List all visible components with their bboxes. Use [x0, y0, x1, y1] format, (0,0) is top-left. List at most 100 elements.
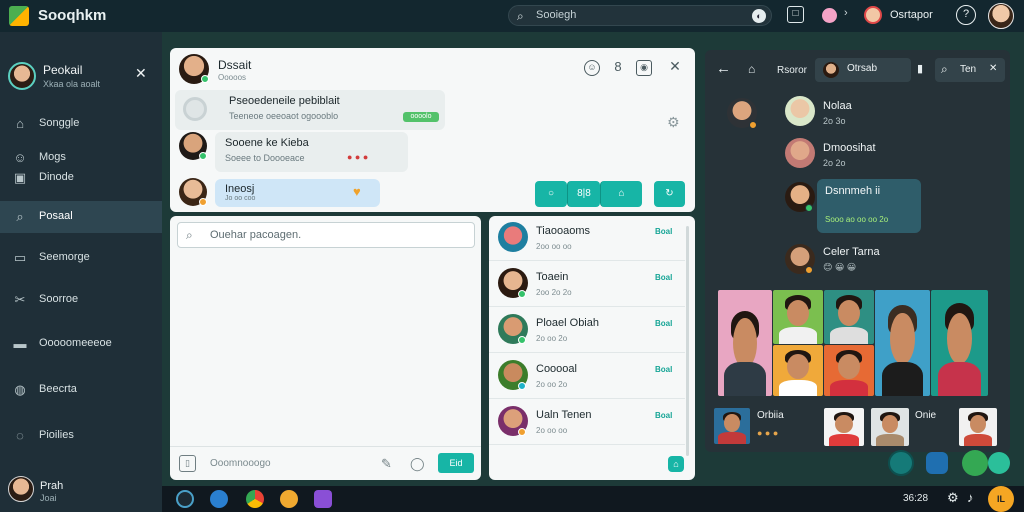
search-icon: ⌕	[941, 62, 948, 76]
avatar[interactable]	[785, 96, 815, 126]
photo-body	[830, 379, 868, 396]
panel-search[interactable]: ⌕ Ten ✕	[935, 58, 1005, 82]
online-badge	[518, 382, 526, 390]
settings-icon[interactable]: ⚙	[667, 114, 680, 131]
footer-user-subtitle: Joai	[40, 493, 57, 503]
help-icon[interactable]: ?	[956, 5, 976, 25]
photo-thumb[interactable]	[959, 408, 997, 446]
right-message-status: 2o 2o	[823, 158, 846, 168]
user-avatar-small[interactable]	[864, 6, 882, 24]
tab-a[interactable]: Rsoror	[777, 60, 807, 82]
calendar-fab[interactable]	[926, 452, 948, 474]
message-text: Teeneoe oeeoaot ogoooblo	[229, 111, 339, 121]
share-fab[interactable]	[888, 450, 914, 476]
list-item[interactable]: Ualn Tenen 2o oo oo Boal	[489, 400, 685, 445]
photo-face	[787, 299, 809, 326]
video-icon[interactable]: ◉	[636, 60, 652, 76]
photo-thumb[interactable]	[714, 408, 750, 444]
photo-face	[881, 414, 899, 434]
scrollbar[interactable]	[686, 226, 689, 456]
app-icon-d[interactable]	[314, 490, 332, 508]
message-input[interactable]: Ooomnooogo	[210, 458, 271, 469]
tab-label: Otrsab	[847, 63, 878, 74]
link-icon[interactable]: 8	[610, 60, 626, 76]
sidebar-item-media[interactable]: ▣ Dinode	[0, 162, 162, 194]
app-icon-a[interactable]	[176, 490, 194, 508]
app-icon-b[interactable]	[210, 490, 228, 508]
sidebar-item-pins[interactable]: ◌ Pioilies	[0, 420, 162, 452]
photo-thumb[interactable]	[871, 408, 909, 446]
action-button-b[interactable]: 8|8	[567, 181, 600, 207]
bookmark-icon[interactable]: ▮	[917, 62, 923, 75]
comment-icon[interactable]: ◯	[410, 456, 425, 472]
bell-icon[interactable]: ♪	[967, 490, 974, 505]
list-item[interactable]: Tiaooaoms 2oo oo oo Boal	[489, 216, 685, 261]
sidebar-item-globe[interactable]: ◍ Beecrta	[0, 374, 162, 406]
message-bubble-highlight[interactable]: Dsnnmeh ii Sooo ao oo oo 2o	[817, 179, 921, 233]
close-icon[interactable]: ✕	[667, 59, 683, 76]
sidebar-item-home[interactable]: ⌂ Songgle	[0, 108, 162, 140]
add-contact-button[interactable]: ⌂	[668, 456, 684, 472]
pen-icon[interactable]: ✎	[381, 456, 392, 472]
top-user-name[interactable]: Osrtapor	[890, 9, 933, 21]
message-bubble[interactable]: Sooene ke Kieba Soeee to Doooeace ● ● ●	[215, 132, 408, 172]
settings-icon[interactable]: ⚙	[947, 490, 959, 506]
browser-icon[interactable]	[246, 490, 264, 508]
photo-thumb[interactable]	[824, 408, 864, 446]
list-item[interactable]: Ploael Obiah 2o oo 2o Boal	[489, 308, 685, 353]
close-icon[interactable]: ✕	[135, 65, 147, 82]
sidebar-item-search[interactable]: ⌕ Posaal	[0, 201, 162, 233]
sidebar-item-messages[interactable]: ▭ Seemorge	[0, 242, 162, 274]
list-item[interactable]: Toaein 2oo 2o 2o Boal	[489, 262, 685, 307]
attach-icon[interactable]: ▯	[179, 455, 196, 472]
home-icon[interactable]: ⌂	[748, 62, 755, 76]
profile-avatar[interactable]	[988, 3, 1014, 29]
online-badge	[199, 152, 207, 160]
search-go-icon[interactable]: ◐	[752, 9, 766, 23]
avatar[interactable]	[8, 62, 36, 90]
list-item[interactable]: Cooooal 2o oo 2o Boal	[489, 354, 685, 399]
emoji-icon[interactable]: ☺	[584, 60, 600, 76]
back-arrow-icon[interactable]: ←	[716, 60, 731, 77]
avatar[interactable]	[8, 476, 34, 502]
action-button-c[interactable]: ⌂	[600, 181, 642, 207]
photo-tile[interactable]	[931, 290, 988, 396]
photo-tile[interactable]	[773, 345, 823, 396]
sidebar-item-label: Songgle	[39, 117, 80, 129]
close-icon[interactable]: ✕	[989, 63, 997, 74]
message-bubble-own[interactable]: Ineosj Jo oo coo ♥	[215, 179, 380, 207]
action-button-a[interactable]: ○	[535, 181, 567, 207]
global-search[interactable]: ⌕ Sooiegh ◐	[508, 5, 772, 26]
sidebar-user-subtitle: Xkaa ola aoalt	[43, 79, 101, 89]
emoji-icon: ♥	[353, 184, 361, 199]
notification-avatar[interactable]	[822, 8, 837, 23]
search-input[interactable]: ⌕ Ouehar pacoagen.	[177, 222, 475, 248]
photo-tile[interactable]	[824, 345, 874, 396]
chat-fab[interactable]	[988, 452, 1010, 474]
avatar[interactable]	[785, 138, 815, 168]
sidebar-user: Peokail Xkaa ola aoalt ✕	[0, 32, 162, 120]
sidebar-item-folders[interactable]: ▬ Ooooomeeeoe	[0, 328, 162, 360]
app-icon-c[interactable]	[280, 490, 298, 508]
contact-status: 2o oo oo	[536, 426, 568, 435]
contact-name: Cooooal	[536, 363, 577, 375]
photo-tile[interactable]	[718, 290, 772, 396]
right-panel: ← ⌂ Rsoror Otrsab ▮ ⌕ Ten ✕ Nolaa 2o 3o …	[705, 50, 1010, 452]
window-icon[interactable]: □	[787, 6, 804, 23]
photo-tile[interactable]	[824, 290, 874, 344]
chevron-right-icon[interactable]: ›	[844, 7, 848, 19]
launcher-button[interactable]: IL	[988, 486, 1014, 512]
tab-active[interactable]: Otrsab	[815, 58, 911, 82]
sidebar-item-tools[interactable]: ✂ Soorroe	[0, 284, 162, 316]
recycle-fab[interactable]	[962, 450, 988, 476]
send-button[interactable]: Eid	[438, 453, 474, 473]
refresh-button[interactable]: ↻	[654, 181, 685, 207]
message-bubble[interactable]: Pseoedeneile pebiblait Teeneoe oeeoaot o…	[175, 90, 445, 130]
reaction-icons: ● ● ●	[757, 428, 779, 438]
photo-tile[interactable]	[875, 290, 930, 396]
chat-panel: Dssait Ooooos ☺ 8 ◉ ✕ Pseoedeneile pebib…	[170, 48, 695, 212]
photo-tile[interactable]	[773, 290, 823, 344]
message-title: Sooene ke Kieba	[225, 137, 309, 149]
app-logo-icon	[9, 6, 29, 26]
contact-name: Ualn Tenen	[536, 409, 592, 421]
